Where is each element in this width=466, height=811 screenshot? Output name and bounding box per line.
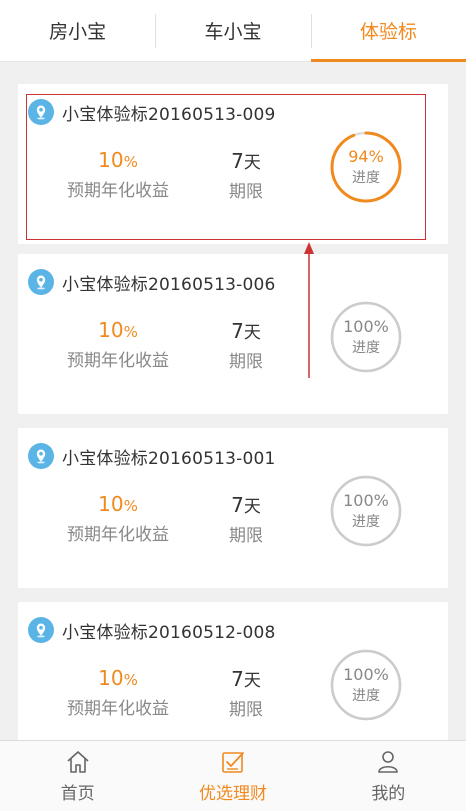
card-header: 小宝体验标20160513-006 xyxy=(28,268,276,296)
product-name: 小宝体验标20160513-009 xyxy=(62,104,276,125)
term-value: 7天 xyxy=(231,667,261,691)
product-card[interactable]: 小宝体验标20160513-009 10% 预期年化收益 7天 期限 94% 进… xyxy=(18,84,448,244)
progress-label: 进度 xyxy=(352,340,380,356)
term-block: 7天 期限 xyxy=(216,666,276,720)
term-label: 期限 xyxy=(229,526,263,546)
rate-block: 10% 预期年化收益 xyxy=(58,148,178,201)
product-card[interactable]: 小宝体验标20160513-006 10% 预期年化收益 7天 期限 100% … xyxy=(18,254,448,414)
term-label: 期限 xyxy=(229,700,263,720)
rate-label: 预期年化收益 xyxy=(67,525,169,545)
rate-value: 10% xyxy=(98,318,138,342)
term-value: 7天 xyxy=(231,319,261,343)
progress-label: 进度 xyxy=(352,688,380,704)
term-block: 7天 期限 xyxy=(216,492,276,546)
nav-wealth[interactable]: 优选理财 xyxy=(155,741,310,811)
tab-car[interactable]: 车小宝 xyxy=(155,0,310,61)
tab-trial[interactable]: 体验标 xyxy=(310,0,466,62)
rate-block: 10% 预期年化收益 xyxy=(58,492,178,545)
nav-home[interactable]: 首页 xyxy=(0,741,155,811)
rate-label: 预期年化收益 xyxy=(67,351,169,371)
product-name: 小宝体验标20160513-006 xyxy=(62,274,276,295)
product-name: 小宝体验标20160513-001 xyxy=(62,448,276,469)
progress-value: 100% xyxy=(343,665,389,684)
location-pin-icon xyxy=(28,99,54,125)
rate-value: 10% xyxy=(98,666,138,690)
progress-ring: 100% 进度 xyxy=(329,474,403,548)
card-header: 小宝体验标20160513-001 xyxy=(28,442,276,470)
progress-value: 94% xyxy=(348,147,384,166)
rate-value: 10% xyxy=(98,492,138,516)
location-pin-icon xyxy=(28,269,54,295)
card-header: 小宝体验标20160513-009 xyxy=(28,98,276,126)
rate-value: 10% xyxy=(98,148,138,172)
progress-value: 100% xyxy=(343,317,389,336)
app-root: 房小宝 车小宝 体验标 小宝体验标20160513-009 10% 预期年化收益… xyxy=(0,0,466,811)
rate-label: 预期年化收益 xyxy=(67,181,169,201)
nav-mine[interactable]: 我的 xyxy=(311,741,466,811)
location-pin-icon xyxy=(28,617,54,643)
user-icon xyxy=(378,751,399,773)
progress-label: 进度 xyxy=(352,514,380,530)
rate-block: 10% 预期年化收益 xyxy=(58,666,178,719)
location-pin-icon xyxy=(28,443,54,469)
term-label: 期限 xyxy=(229,352,263,372)
term-value: 7天 xyxy=(231,493,261,517)
bottom-nav: 首页 优选理财 我的 xyxy=(0,740,466,811)
term-label: 期限 xyxy=(229,182,263,202)
checklist-icon xyxy=(222,752,244,773)
product-tabs: 房小宝 车小宝 体验标 xyxy=(0,0,466,62)
tab-house[interactable]: 房小宝 xyxy=(0,0,155,61)
progress-ring: 100% 进度 xyxy=(329,648,403,722)
term-block: 7天 期限 xyxy=(216,148,276,202)
progress-ring: 94% 进度 xyxy=(329,130,403,204)
term-block: 7天 期限 xyxy=(216,318,276,372)
rate-block: 10% 预期年化收益 xyxy=(58,318,178,371)
product-name: 小宝体验标20160512-008 xyxy=(62,622,276,643)
product-card[interactable]: 小宝体验标20160512-008 10% 预期年化收益 7天 期限 100% … xyxy=(18,602,448,740)
home-icon xyxy=(67,751,89,773)
term-value: 7天 xyxy=(231,149,261,173)
card-header: 小宝体验标20160512-008 xyxy=(28,616,276,644)
product-card[interactable]: 小宝体验标20160513-001 10% 预期年化收益 7天 期限 100% … xyxy=(18,428,448,588)
progress-value: 100% xyxy=(343,491,389,510)
progress-label: 进度 xyxy=(352,170,380,186)
progress-ring: 100% 进度 xyxy=(329,300,403,374)
rate-label: 预期年化收益 xyxy=(67,699,169,719)
product-list: 小宝体验标20160513-009 10% 预期年化收益 7天 期限 94% 进… xyxy=(0,62,466,740)
